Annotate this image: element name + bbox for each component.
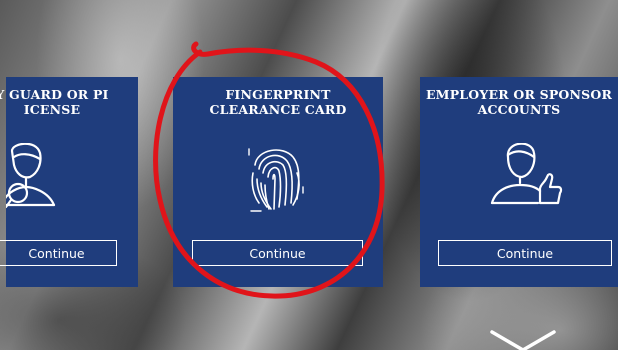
card-title: Y GUARD OR PI ICENSE [0, 87, 109, 117]
fingerprint-icon [173, 132, 383, 223]
continue-button[interactable]: Continue [438, 240, 612, 266]
employer-sponsor-card[interactable]: EMPLOYER OR SPONSOR ACCOUNTS Continue [420, 77, 618, 287]
continue-button[interactable]: Continue [0, 240, 117, 266]
person-thumbs-up-icon [420, 142, 618, 223]
guard-license-card[interactable]: Y GUARD OR PI ICENSE Continue [0, 77, 138, 287]
card-title: FINGERPRINT CLEARANCE CARD [209, 87, 347, 117]
guard-person-icon [0, 142, 138, 223]
continue-button[interactable]: Continue [192, 240, 363, 266]
chevron-down-icon[interactable] [488, 328, 558, 350]
fingerprint-clearance-card[interactable]: FINGERPRINT CLEARANCE CARD Continue [173, 77, 383, 287]
card-title: EMPLOYER OR SPONSOR ACCOUNTS [425, 87, 613, 117]
